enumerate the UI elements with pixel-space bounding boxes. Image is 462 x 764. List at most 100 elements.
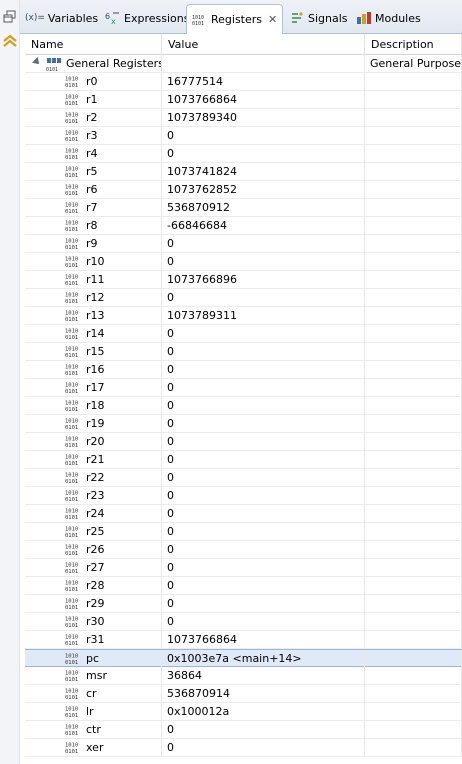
tab-label: Variables <box>47 11 99 25</box>
tab-label: Registers <box>211 13 263 26</box>
restore-view-icon[interactable] <box>3 10 17 24</box>
register-row-r21[interactable]: 1010 0101 r21 0 <box>25 451 462 469</box>
register-icon: 1010 0101 <box>65 221 78 233</box>
tab-registers[interactable]: 1010 0101 Registers ✕ <box>186 4 284 34</box>
svg-text:1010: 1010 <box>65 77 78 83</box>
register-row-r5[interactable]: 1010 0101 r5 1073741824 <box>25 163 462 181</box>
close-icon[interactable]: ✕ <box>268 13 277 26</box>
register-name: r18 <box>86 399 105 412</box>
svg-text:0101: 0101 <box>65 425 78 430</box>
register-row-r15[interactable]: 1010 0101 r15 0 <box>25 343 462 361</box>
tab-signals[interactable]: Signals <box>286 7 351 29</box>
tab-modules[interactable]: Modules <box>353 7 424 29</box>
register-name: r17 <box>86 381 105 394</box>
svg-text:1010: 1010 <box>65 654 78 660</box>
group-description-cell: General Purpose a <box>365 55 462 72</box>
register-icon: 1010 0101 <box>65 401 78 413</box>
register-name: r21 <box>86 453 105 466</box>
register-icon: 1010 0101 <box>65 329 78 341</box>
register-name: r7 <box>86 201 98 214</box>
register-row-r24[interactable]: 1010 0101 r24 0 <box>25 505 462 523</box>
register-name-cell: 1010 0101 r5 <box>25 163 162 180</box>
register-name-cell: 1010 0101 r7 <box>25 199 162 216</box>
register-row-r11[interactable]: 1010 0101 r11 1073766896 <box>25 271 462 289</box>
register-name: r6 <box>86 183 98 196</box>
svg-text:1010: 1010 <box>65 617 78 623</box>
tab-expressions[interactable]: 6x Expressions <box>102 7 192 29</box>
register-row-r29[interactable]: 1010 0101 r29 0 <box>25 595 462 613</box>
register-row-r13[interactable]: 1010 0101 r13 1073789311 <box>25 307 462 325</box>
tab-variables[interactable]: (x)= Variables <box>22 7 101 29</box>
register-description <box>365 181 462 198</box>
column-header-name[interactable]: Name <box>25 34 162 55</box>
register-description <box>365 469 462 486</box>
group-row-general-registers[interactable]: 0101 General Registers General Purpose a <box>25 55 462 73</box>
register-row-r18[interactable]: 1010 0101 r18 0 <box>25 397 462 415</box>
register-row-cr[interactable]: 1010 0101 cr 536870914 <box>25 685 462 703</box>
register-row-msr[interactable]: 1010 0101 msr 36864 <box>25 667 462 685</box>
register-row-r0[interactable]: 1010 0101 r0 16777514 <box>25 73 462 91</box>
register-value: 0 <box>162 595 365 612</box>
register-row-r27[interactable]: 1010 0101 r27 0 <box>25 559 462 577</box>
register-group-icon: 0101 <box>46 58 61 72</box>
register-description <box>365 667 462 684</box>
column-header-value[interactable]: Value <box>162 34 365 55</box>
register-row-xer[interactable]: 1010 0101 xer 0 <box>25 739 462 757</box>
collapse-chevron-icon[interactable] <box>3 34 17 48</box>
register-row-r26[interactable]: 1010 0101 r26 0 <box>25 541 462 559</box>
expand-toggle-icon[interactable] <box>32 57 42 67</box>
register-name-cell: 1010 0101 r20 <box>25 433 162 450</box>
register-row-r31[interactable]: 1010 0101 r31 1073766864 <box>25 631 462 649</box>
column-header-description[interactable]: Description <box>365 34 462 55</box>
register-row-r6[interactable]: 1010 0101 r6 1073762852 <box>25 181 462 199</box>
register-row-pc[interactable]: 1010 0101 pc 0x1003e7a <main+14> <box>25 649 462 667</box>
register-row-r17[interactable]: 1010 0101 r17 0 <box>25 379 462 397</box>
register-value: 1073766864 <box>162 631 365 648</box>
register-row-r30[interactable]: 1010 0101 r30 0 <box>25 613 462 631</box>
register-row-ctr[interactable]: 1010 0101 ctr 0 <box>25 721 462 739</box>
register-row-r2[interactable]: 1010 0101 r2 1073789340 <box>25 109 462 127</box>
register-row-r19[interactable]: 1010 0101 r19 0 <box>25 415 462 433</box>
register-row-r20[interactable]: 1010 0101 r20 0 <box>25 433 462 451</box>
register-row-r22[interactable]: 1010 0101 r22 0 <box>25 469 462 487</box>
register-name-cell: 1010 0101 lr <box>25 703 162 720</box>
register-row-r8[interactable]: 1010 0101 r8 -66846684 <box>25 217 462 235</box>
register-row-r16[interactable]: 1010 0101 r16 0 <box>25 361 462 379</box>
svg-text:0101: 0101 <box>65 227 78 232</box>
register-description <box>365 523 462 540</box>
register-description <box>365 109 462 126</box>
register-name-cell: 1010 0101 r31 <box>25 631 162 648</box>
svg-text:0101: 0101 <box>65 660 78 665</box>
register-icon: 1010 0101 <box>65 491 78 503</box>
register-icon: 1010 0101 <box>65 725 78 737</box>
register-row-r1[interactable]: 1010 0101 r1 1073766864 <box>25 91 462 109</box>
svg-text:0101: 0101 <box>65 263 78 268</box>
svg-text:0101: 0101 <box>65 137 78 142</box>
register-row-r4[interactable]: 1010 0101 r4 0 <box>25 145 462 163</box>
register-row-r12[interactable]: 1010 0101 r12 0 <box>25 289 462 307</box>
svg-text:1010: 1010 <box>65 563 78 569</box>
register-row-r25[interactable]: 1010 0101 r25 0 <box>25 523 462 541</box>
group-value-cell <box>162 55 365 72</box>
svg-text:0101: 0101 <box>65 299 78 304</box>
register-name-cell: 1010 0101 ctr <box>25 721 162 738</box>
register-row-r23[interactable]: 1010 0101 r23 0 <box>25 487 462 505</box>
register-icon: 1010 0101 <box>65 167 78 179</box>
register-icon: 1010 0101 <box>65 131 78 143</box>
svg-text:1010: 1010 <box>65 599 78 605</box>
register-row-r3[interactable]: 1010 0101 r3 0 <box>25 127 462 145</box>
register-row-r28[interactable]: 1010 0101 r28 0 <box>25 577 462 595</box>
tab-label: Expressions <box>124 11 190 25</box>
register-row-r14[interactable]: 1010 0101 r14 0 <box>25 325 462 343</box>
svg-text:1010: 1010 <box>65 113 78 119</box>
register-row-r7[interactable]: 1010 0101 r7 536870912 <box>25 199 462 217</box>
register-description <box>365 361 462 378</box>
svg-text:1010: 1010 <box>65 509 78 515</box>
register-row-lr[interactable]: 1010 0101 lr 0x100012a <box>25 703 462 721</box>
register-description <box>365 325 462 342</box>
register-row-r9[interactable]: 1010 0101 r9 0 <box>25 235 462 253</box>
register-description <box>365 559 462 576</box>
register-value: 1073766864 <box>162 91 365 108</box>
register-row-r10[interactable]: 1010 0101 r10 0 <box>25 253 462 271</box>
register-name-cell: 1010 0101 r0 <box>25 73 162 90</box>
